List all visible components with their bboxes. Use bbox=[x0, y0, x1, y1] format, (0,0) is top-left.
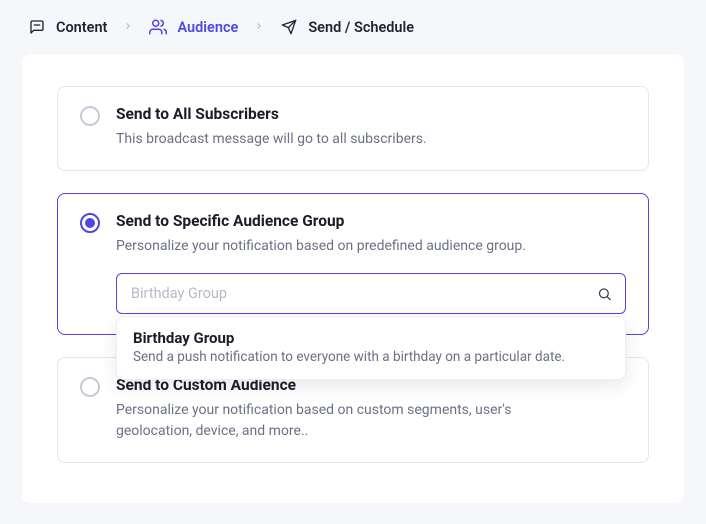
audience-dropdown: Birthday Group Send a push notification … bbox=[116, 316, 626, 380]
chevron-right-icon bbox=[254, 19, 264, 35]
radio-all[interactable] bbox=[80, 106, 100, 126]
option-title: Send to All Subscribers bbox=[116, 105, 626, 123]
audience-icon bbox=[149, 18, 167, 36]
dropdown-item-title: Birthday Group bbox=[133, 329, 609, 347]
chevron-right-icon bbox=[123, 19, 133, 35]
step-label: Send / Schedule bbox=[308, 19, 414, 36]
step-label: Content bbox=[56, 19, 107, 36]
option-desc: Personalize your notification based on p… bbox=[116, 236, 556, 257]
wizard-stepper: Content Audience Send / Schedule bbox=[0, 0, 706, 54]
option-desc: Personalize your notification based on c… bbox=[116, 400, 556, 442]
send-icon bbox=[280, 18, 298, 36]
step-audience[interactable]: Audience bbox=[149, 18, 238, 36]
option-all-subscribers[interactable]: Send to All Subscribers This broadcast m… bbox=[57, 86, 649, 171]
step-label: Audience bbox=[177, 19, 238, 36]
step-content[interactable]: Content bbox=[28, 18, 107, 36]
audience-search-input[interactable] bbox=[116, 273, 626, 314]
dropdown-item-birthday[interactable]: Birthday Group Send a push notification … bbox=[133, 329, 609, 365]
option-specific-audience[interactable]: Send to Specific Audience Group Personal… bbox=[57, 193, 649, 335]
audience-search-wrap: Birthday Group Send a push notification … bbox=[116, 273, 626, 314]
dropdown-item-desc: Send a push notification to everyone wit… bbox=[133, 349, 609, 365]
step-send[interactable]: Send / Schedule bbox=[280, 18, 414, 36]
radio-specific[interactable] bbox=[80, 213, 100, 233]
radio-custom[interactable] bbox=[80, 377, 100, 397]
option-title: Send to Specific Audience Group bbox=[116, 212, 626, 230]
content-icon bbox=[28, 18, 46, 36]
audience-panel: Send to All Subscribers This broadcast m… bbox=[22, 54, 684, 503]
option-desc: This broadcast message will go to all su… bbox=[116, 129, 556, 150]
